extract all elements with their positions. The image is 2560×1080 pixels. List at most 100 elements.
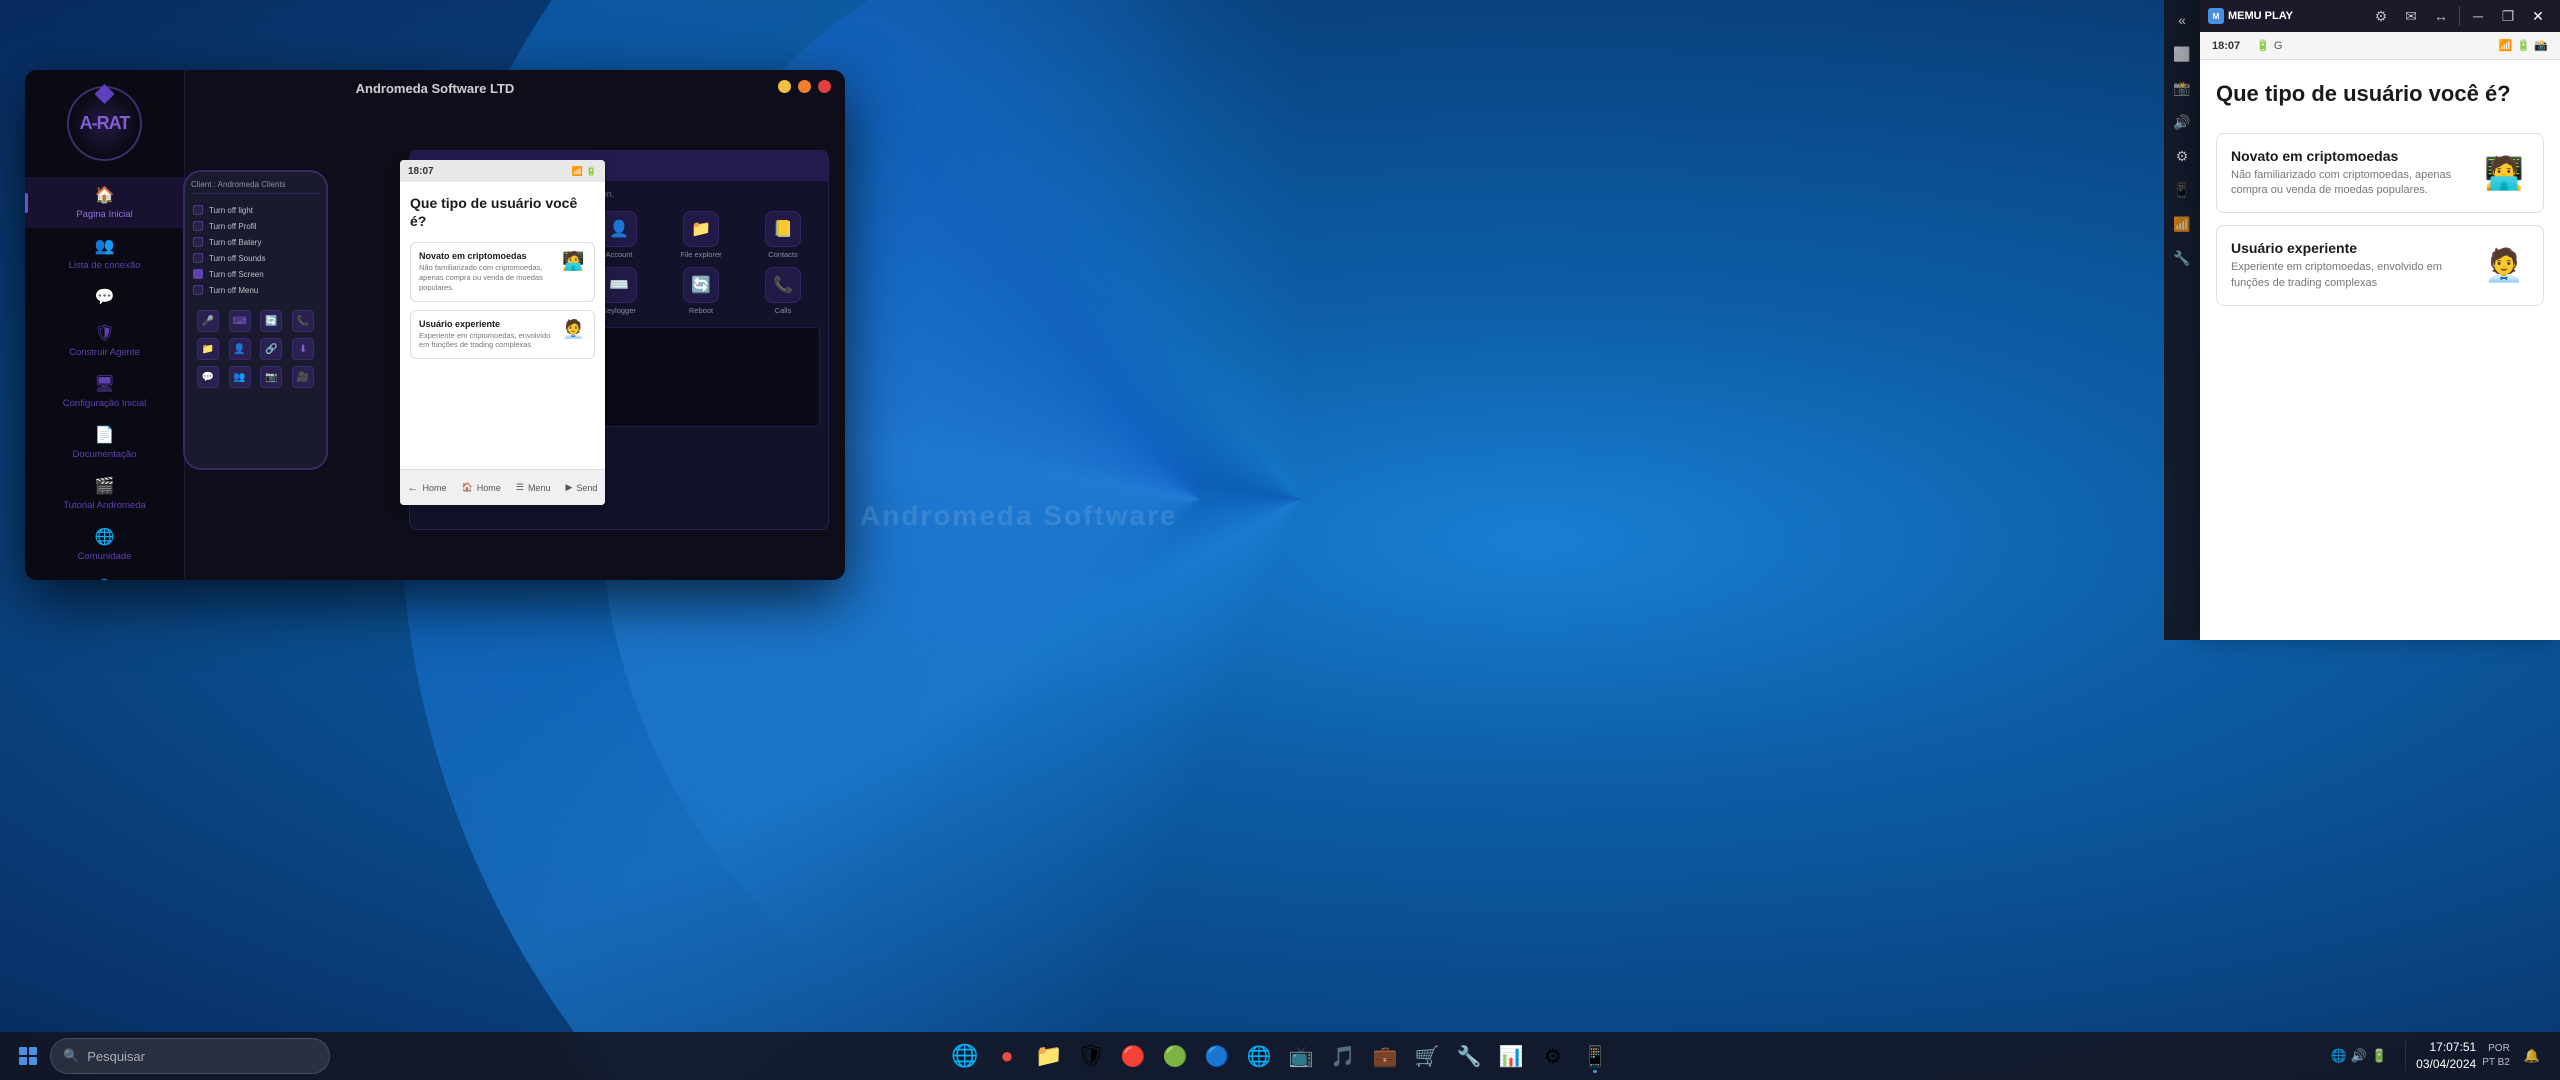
sidebar-item-about[interactable]: 👤 Sobre Andromeda xyxy=(25,570,184,580)
sidebar-item-config[interactable]: 🖥 Configuração Inicial xyxy=(25,366,184,417)
camera-icon: 📷 xyxy=(260,366,282,388)
phone-icon-download[interactable]: ⬇ xyxy=(290,338,316,360)
phone-icon-camera[interactable]: 📷 xyxy=(259,366,285,388)
phone-icon-chat2[interactable]: 💬 xyxy=(195,366,221,388)
taskbar-app-1[interactable]: 🛡 xyxy=(1072,1037,1110,1075)
taskbar-app-9[interactable]: 🛒 xyxy=(1408,1037,1446,1075)
chat-icon: 💬 xyxy=(95,287,115,307)
calls-label: Calls xyxy=(775,306,792,315)
taskbar-app-4[interactable]: 🔵 xyxy=(1198,1037,1236,1075)
start-button[interactable] xyxy=(8,1036,48,1076)
checkbox-5[interactable] xyxy=(193,285,203,295)
phone-icon-mic[interactable]: 🎤 xyxy=(195,310,221,332)
network-icon: 🌐 xyxy=(2331,1048,2347,1064)
sidebar-item-connection[interactable]: 👥 Lista de conexão xyxy=(25,228,184,279)
memu-time: 18:07 xyxy=(2212,40,2240,52)
taskbar-app-memu[interactable]: 📱 xyxy=(1576,1037,1614,1075)
notification-area[interactable]: 🌐 🔊 🔋 xyxy=(2323,1036,2396,1076)
phone-icon-contact[interactable]: 👥 xyxy=(227,366,253,388)
taskbar-app-11[interactable]: 📊 xyxy=(1492,1037,1530,1075)
side-tool-6[interactable]: 📶 xyxy=(2166,208,2198,240)
arat-titlebar: Andromeda Software LTD xyxy=(25,70,845,106)
android-nav-back[interactable]: ← Home xyxy=(408,482,447,494)
taskbar-app-8[interactable]: 💼 xyxy=(1366,1037,1404,1075)
taskbar-app-5[interactable]: 🌐 xyxy=(1240,1037,1278,1075)
phone-icon-call[interactable]: 📞 xyxy=(290,310,316,332)
maximize-button[interactable] xyxy=(798,80,811,93)
phone-icon-user[interactable]: 👤 xyxy=(227,338,253,360)
android-card-0[interactable]: Novato em criptomoedas Não familiarizado… xyxy=(410,242,595,301)
client-icon-contacts[interactable]: 📒 Contacts xyxy=(746,211,820,259)
checkbox-3[interactable] xyxy=(193,253,203,263)
memu-toolbar-icon-2[interactable]: ↔ xyxy=(2427,2,2455,30)
side-tool-3[interactable]: 🔊 xyxy=(2166,106,2198,138)
taskbar-app-7[interactable]: 🎵 xyxy=(1324,1037,1362,1075)
chrome-icon: ● xyxy=(1000,1043,1013,1069)
android-nav-home[interactable]: 🏠 Home xyxy=(462,482,501,493)
android-card-1[interactable]: Usuário experiente Experiente em criptom… xyxy=(410,310,595,360)
memu-close-button[interactable]: ✕ xyxy=(2524,2,2552,30)
side-tool-5[interactable]: 📱 xyxy=(2166,174,2198,206)
close-button[interactable] xyxy=(818,80,831,93)
search-box[interactable]: 🔍 Pesquisar xyxy=(50,1038,330,1074)
sidebar-item-build[interactable]: 🛡 Construir Agente xyxy=(25,315,184,366)
side-tool-4[interactable]: ⚙ xyxy=(2166,140,2198,172)
sidebar-item-tutorial[interactable]: 🎬 Tutorial Andromeda xyxy=(25,468,184,519)
taskbar-app-edge[interactable]: 🌐 xyxy=(946,1037,984,1075)
sidebar-item-chat[interactable]: 💬 xyxy=(25,279,184,315)
memu-content: Que tipo de usuário você é? Novato em cr… xyxy=(2200,60,2560,640)
sidebar-item-docs-label: Documentação xyxy=(73,449,137,460)
phone-menu-item-2: Turn off Batery xyxy=(191,234,320,250)
side-tool-7[interactable]: 🔧 xyxy=(2166,242,2198,274)
mic-icon: 🎤 xyxy=(197,310,219,332)
checkbox-2[interactable] xyxy=(193,237,203,247)
taskbar-app-2[interactable]: 🔴 xyxy=(1114,1037,1152,1075)
android-navigation-bar: ← Home 🏠 Home ☰ Menu ▶ Send xyxy=(400,469,605,505)
android-card-1-title: Usuário experiente xyxy=(419,319,556,329)
sidebar-item-community[interactable]: 🌐 Comunidade xyxy=(25,519,184,570)
minimize-button[interactable] xyxy=(778,80,791,93)
account-label: Account xyxy=(605,250,632,259)
android-nav-send[interactable]: ▶ Send xyxy=(566,482,598,493)
clock-date: 03/04/2024 xyxy=(2416,1056,2476,1073)
taskbar-app-3[interactable]: 🟢 xyxy=(1156,1037,1194,1075)
taskbar-app-12[interactable]: ⚙ xyxy=(1534,1037,1572,1075)
client-icon-reboot[interactable]: 🔄 Reboot xyxy=(664,267,738,315)
memu-window-controls: ⚙ ✉ ↔ ─ ❐ ✕ xyxy=(2367,2,2552,30)
user-type-experienced-desc: Experiente em criptomoedas, envolvido em… xyxy=(2231,260,2467,291)
side-tool-2[interactable]: 📸 xyxy=(2166,72,2198,104)
android-status-icons: 📶 🔋 xyxy=(572,166,597,177)
memu-resize-button[interactable]: ❐ xyxy=(2494,2,2522,30)
phone-icon-video[interactable]: 🎥 xyxy=(290,366,316,388)
user-type-experienced-card[interactable]: Usuário experiente Experiente em criptom… xyxy=(2216,225,2544,306)
sidebar-item-community-label: Comunidade xyxy=(78,551,132,562)
client-icon-file-explorer[interactable]: 📁 File explorer xyxy=(664,211,738,259)
side-tool-expand[interactable]: « xyxy=(2166,4,2198,36)
taskbar-app-10[interactable]: 🔧 xyxy=(1450,1037,1488,1075)
taskbar-app-files[interactable]: 📁 xyxy=(1030,1037,1068,1075)
phone-icon-link[interactable]: 🔗 xyxy=(259,338,285,360)
memu-toolbar-icon-0[interactable]: ⚙ xyxy=(2367,2,2395,30)
user-type-novice-card[interactable]: Novato em criptomoedas Não familiarizado… xyxy=(2216,133,2544,214)
system-clock[interactable]: 17:07:51 03/04/2024 xyxy=(2416,1039,2476,1073)
android-time: 18:07 xyxy=(408,166,434,177)
tutorial-icon: 🎬 xyxy=(95,476,115,496)
taskbar-app-6[interactable]: 📺 xyxy=(1282,1037,1320,1075)
side-tool-1[interactable]: ⬜ xyxy=(2166,38,2198,70)
android-nav-menu[interactable]: ☰ Menu xyxy=(516,482,551,493)
client-icon-calls[interactable]: 📞 Calls xyxy=(746,267,820,315)
checkbox-4[interactable] xyxy=(193,269,203,279)
phone-icon-folder[interactable]: 📁 xyxy=(195,338,221,360)
notifications-button[interactable]: 🔔 xyxy=(2516,1036,2548,1076)
account-icon: 👤 xyxy=(601,211,637,247)
sidebar-item-docs[interactable]: 📄 Documentação xyxy=(25,417,184,468)
checkbox-1[interactable] xyxy=(193,221,203,231)
sidebar-item-home[interactable]: 🏠 Pagina Inicial xyxy=(25,177,184,228)
memu-minimize-button[interactable]: ─ xyxy=(2464,2,2492,30)
memu-toolbar-icon-1[interactable]: ✉ xyxy=(2397,2,2425,30)
android-card-0-icon: 🧑‍💻 xyxy=(562,251,586,272)
phone-icon-keyboard[interactable]: ⌨ xyxy=(227,310,253,332)
phone-icon-refresh[interactable]: 🔄 xyxy=(259,310,285,332)
checkbox-0[interactable] xyxy=(193,205,203,215)
taskbar-app-chrome[interactable]: ● xyxy=(988,1037,1026,1075)
